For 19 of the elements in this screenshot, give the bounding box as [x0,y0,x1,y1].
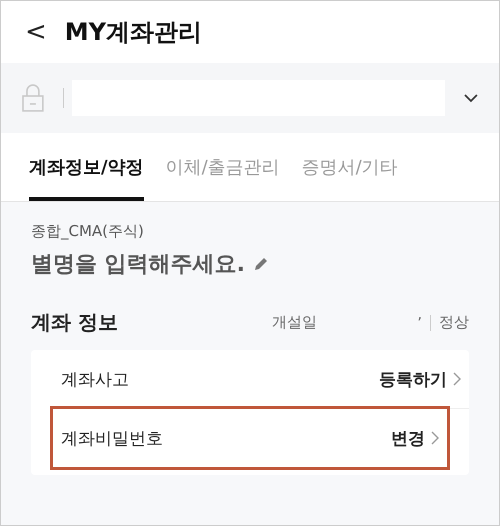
back-button[interactable]: < [19,17,53,47]
chevron-right-icon [431,431,439,445]
open-date-value: ’ [417,314,422,332]
account-type: 종합_CMA(주식) [31,222,145,241]
account-status: 정상 [439,313,469,332]
row-label: 계좌비밀번호 [61,428,164,450]
pencil-icon[interactable] [253,256,270,272]
chevron-down-icon[interactable] [463,93,480,103]
row-action: 변경 [391,428,425,450]
section-title: 계좌 정보 [31,309,118,336]
list-row[interactable]: 계좌사고 등록하기 [53,350,469,409]
row-action: 등록하기 [379,368,447,390]
page-title: MY계좌관리 [64,17,202,48]
row-label: 계좌사고 [61,368,130,390]
list-row[interactable]: 계좌비밀번호 변경 [53,409,447,467]
open-date-label: 개설일 [272,313,318,332]
lock-icon [21,84,45,112]
nickname-text: 별명을 입력해주세요. [31,251,246,279]
chevron-right-icon [453,372,461,386]
